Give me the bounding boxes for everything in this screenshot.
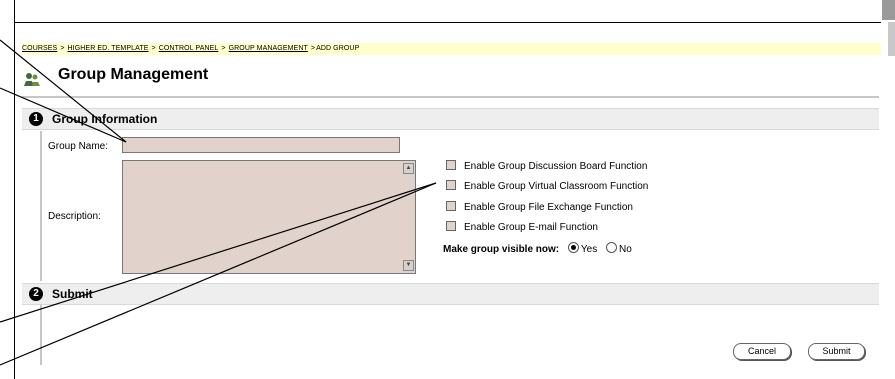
breadcrumb-control-panel[interactable]: CONTROL PANEL: [159, 45, 219, 52]
breadcrumb-separator: >: [151, 45, 156, 52]
breadcrumb-separator: >: [221, 45, 226, 52]
description-textarea[interactable]: ▲ ▼: [122, 160, 416, 274]
option-file-exchange[interactable]: Enable Group File Exchange Function: [446, 201, 633, 213]
breadcrumb-courses[interactable]: COURSES: [22, 45, 57, 52]
visibility-row: Make group visible now: Yes No: [443, 242, 638, 255]
visible-no-radio[interactable]: [606, 242, 618, 253]
cancel-button[interactable]: Cancel: [733, 343, 791, 360]
section-indent-rule: [40, 305, 42, 365]
option-virtual-classroom[interactable]: Enable Group Virtual Classroom Function: [446, 180, 648, 192]
title-divider: [22, 96, 879, 98]
frame-left-border: [14, 0, 15, 379]
breadcrumb-group-management[interactable]: GROUP MANAGEMENT: [229, 45, 308, 52]
section-number-1: 1: [29, 112, 43, 126]
section-group-information: 1 Group Information: [22, 108, 879, 130]
email-checkbox[interactable]: [446, 221, 456, 231]
scrollbar-edge[interactable]: [888, 22, 895, 56]
visibility-label: Make group visible now:: [443, 244, 560, 255]
breadcrumb-separator: >: [310, 45, 316, 52]
virtual-classroom-checkbox[interactable]: [446, 180, 456, 190]
option-discussion-board[interactable]: Enable Group Discussion Board Function: [446, 160, 647, 172]
visible-no-option[interactable]: No: [606, 242, 632, 255]
scroll-up-arrow-icon[interactable]: ▲: [403, 163, 414, 174]
frame-top-border: [14, 22, 881, 23]
group-name-label: Group Name:: [48, 141, 109, 152]
discussion-board-checkbox[interactable]: [446, 160, 456, 170]
scroll-down-arrow-icon[interactable]: ▼: [403, 260, 414, 271]
option-email[interactable]: Enable Group E-mail Function: [446, 221, 598, 233]
submit-button[interactable]: Submit: [808, 343, 865, 360]
visible-yes-radio[interactable]: [567, 242, 579, 253]
option-label: Enable Group Discussion Board Function: [464, 161, 648, 172]
description-label: Description:: [48, 211, 101, 222]
group-name-input[interactable]: [122, 137, 400, 153]
option-label: Enable Group Virtual Classroom Function: [464, 181, 649, 192]
visible-no-label: No: [619, 244, 632, 255]
visible-yes-option[interactable]: Yes: [567, 242, 598, 255]
section-indent-rule: [40, 131, 42, 281]
window-corner: [882, 0, 895, 20]
section-title: Group Information: [52, 112, 158, 126]
breadcrumb-separator: >: [60, 45, 65, 52]
visible-yes-label: Yes: [580, 244, 598, 255]
section-submit: 2 Submit: [22, 283, 879, 305]
breadcrumb-higher-ed-template[interactable]: HIGHER ED. TEMPLATE: [68, 45, 149, 52]
option-label: Enable Group File Exchange Function: [464, 202, 633, 213]
section-title: Submit: [52, 287, 93, 301]
page-title: Group Management: [58, 66, 209, 83]
group-management-icon: [24, 73, 40, 86]
breadcrumb-add-group: ADD GROUP: [316, 45, 360, 52]
option-label: Enable Group E-mail Function: [464, 222, 598, 233]
breadcrumb: COURSES > HIGHER ED. TEMPLATE > CONTROL PANE…: [22, 43, 881, 55]
section-number-2: 2: [29, 287, 43, 301]
file-exchange-checkbox[interactable]: [446, 201, 456, 211]
